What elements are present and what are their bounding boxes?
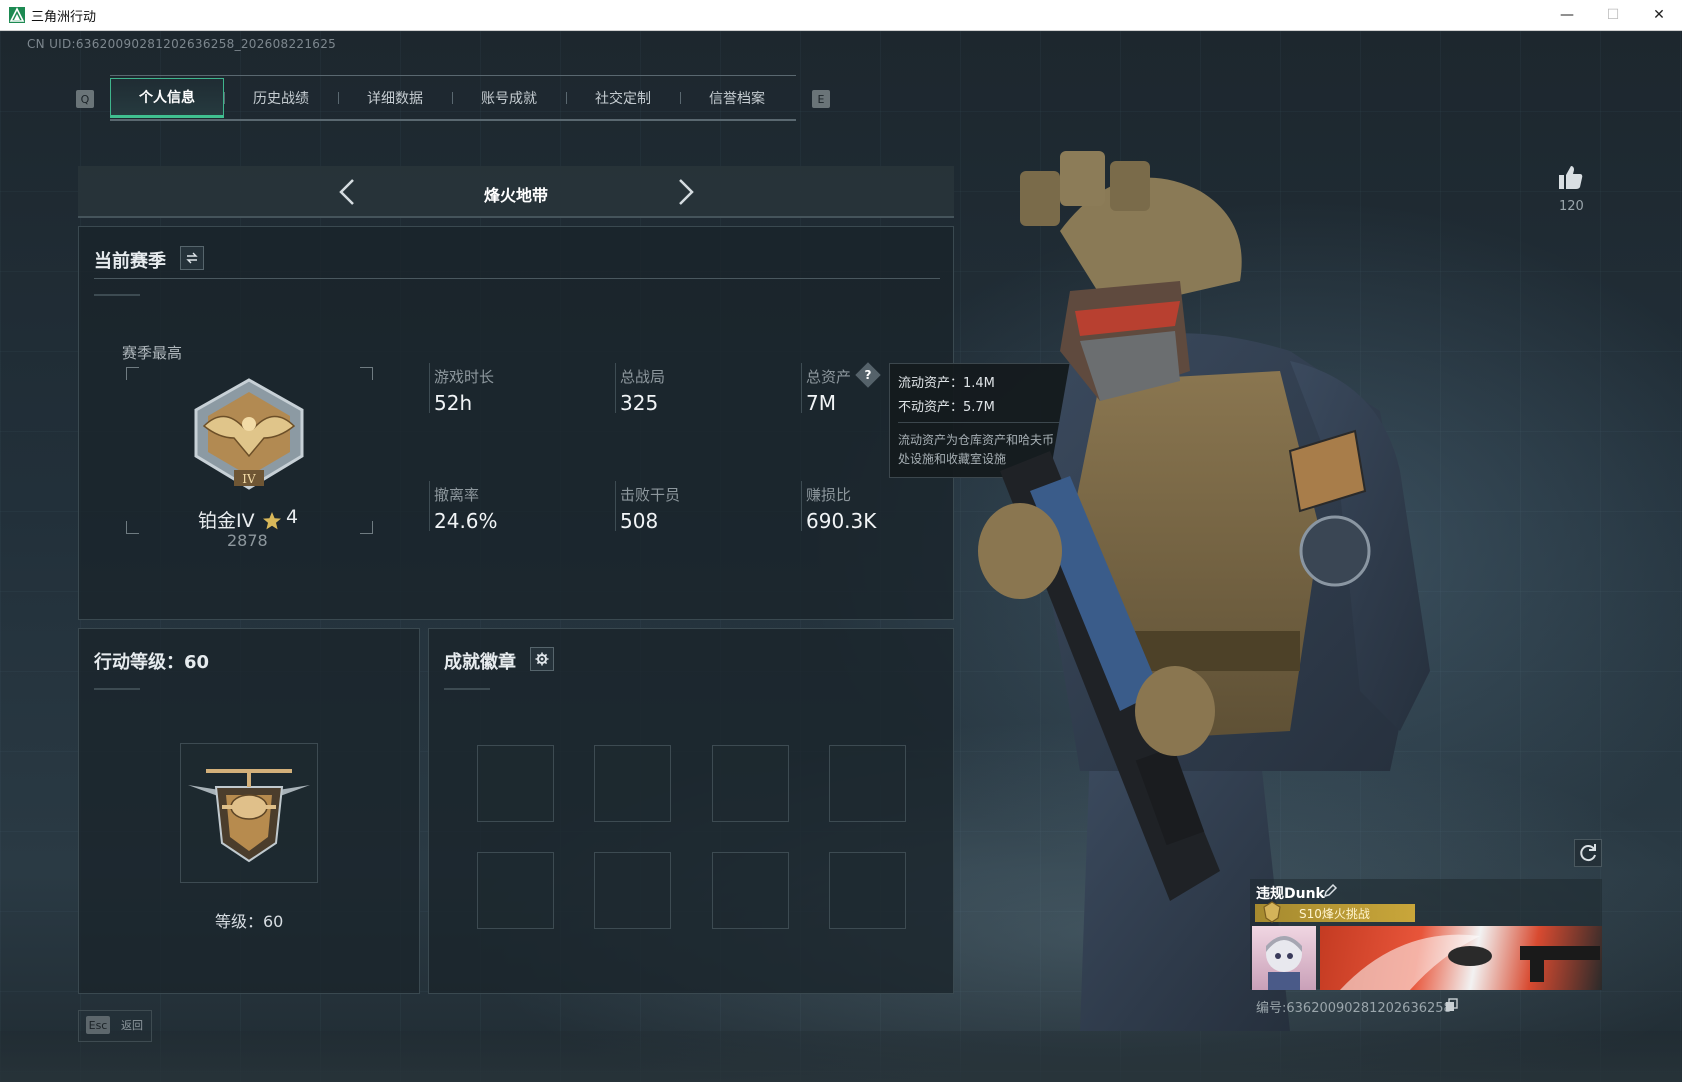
top-tab-bar: 个人信息 历史战绩 详细数据 账号成就 社交定制 信誉档案 <box>110 75 796 121</box>
badges-settings-button[interactable] <box>530 647 554 671</box>
minimize-button[interactable]: — <box>1544 0 1590 30</box>
likes-count: 120 <box>1559 199 1584 214</box>
badge-slot-4[interactable] <box>829 745 906 822</box>
rank-points: 2878 <box>227 531 268 550</box>
season-crest-icon <box>1263 901 1281 923</box>
badge-slot-8[interactable] <box>829 852 906 929</box>
edit-pencil-icon[interactable] <box>1322 883 1338 899</box>
frame-corner <box>360 367 373 380</box>
help-question-mark-icon: ? <box>864 368 872 382</box>
stat-playtime-value: 52h <box>434 391 473 415</box>
season-title-divider <box>94 278 940 279</box>
stat-total-matches-value: 325 <box>620 391 659 415</box>
badge-slot-7[interactable] <box>712 852 789 929</box>
bottom-bar <box>0 1031 1682 1082</box>
rank-star-icon <box>263 512 281 530</box>
stat-profit-ratio-value: 690.3K <box>806 509 877 533</box>
tab-prev-key-hint: Q <box>76 90 94 108</box>
badges-title: 成就徽章 <box>444 652 516 673</box>
tab-next-key-hint: E <box>812 90 830 108</box>
stat-extraction-rate-value: 24.6% <box>434 509 498 533</box>
stat-total-matches-label: 总战局 <box>620 368 666 386</box>
stat-profit-ratio-label: 赚损比 <box>806 486 852 504</box>
action-level-title: 行动等级：60 <box>94 652 210 673</box>
season-switch-button[interactable] <box>180 246 204 270</box>
stat-extraction-rate-label: 撤离率 <box>434 486 480 504</box>
stat-kills-value: 508 <box>620 509 659 533</box>
player-id: 编号:6362009028120263​6258 <box>1256 1001 1452 1016</box>
helicopter-level-emblem-icon <box>188 769 310 863</box>
stat-divider <box>615 481 616 531</box>
mode-next-arrow-icon[interactable] <box>670 176 700 208</box>
stat-divider <box>801 481 802 531</box>
stat-total-assets-label: 总资产 <box>806 368 852 386</box>
level-caption: 等级：60 <box>215 912 284 931</box>
stat-divider <box>615 363 616 413</box>
mode-selector: 烽火地带 <box>78 166 954 218</box>
frame-corner <box>360 521 373 534</box>
gear-icon <box>535 652 549 666</box>
refresh-icon[interactable] <box>1574 839 1602 867</box>
window-title: 三角洲行动 <box>31 9 97 25</box>
season-best-label: 赛季最高 <box>122 344 183 362</box>
stat-playtime-label: 游戏时长 <box>434 368 495 386</box>
platinum-rank-emblem-icon: IV <box>194 378 304 490</box>
esc-key-hint: Esc <box>86 1016 110 1034</box>
avatar-character-icon <box>1266 936 1302 990</box>
svg-text:IV: IV <box>242 472 256 486</box>
thumbs-up-icon[interactable] <box>1556 163 1584 191</box>
rank-name: 铂金IV <box>198 510 255 532</box>
stat-divider <box>429 363 430 413</box>
tab-personal-info[interactable]: 个人信息 <box>110 78 224 118</box>
rank-star-count: 4 <box>286 506 299 528</box>
banner-weapon-art-icon <box>1340 934 1600 990</box>
swap-arrows-icon <box>186 252 198 264</box>
close-button[interactable]: ✕ <box>1636 0 1682 30</box>
mode-title: 烽火地带 <box>483 186 548 205</box>
window-titlebar: 三角洲行动 — ☐ ✕ <box>0 0 1682 31</box>
maximize-button[interactable]: ☐ <box>1590 0 1636 30</box>
badge-slot-5[interactable] <box>477 852 554 929</box>
uid-label: CN UID:6362009028120263​6258_20260822162… <box>27 37 337 51</box>
tab-match-history[interactable]: 历史战绩 <box>224 78 338 118</box>
frame-corner <box>126 367 139 380</box>
badge-slot-3[interactable] <box>712 745 789 822</box>
stat-divider <box>801 363 802 413</box>
stat-total-assets-value: 7M <box>806 391 836 415</box>
badge-slot-2[interactable] <box>594 745 671 822</box>
decor-line <box>94 294 140 296</box>
badge-slot-1[interactable] <box>477 745 554 822</box>
stat-kills-label: 击败干员 <box>620 486 681 504</box>
badge-slot-6[interactable] <box>594 852 671 929</box>
tab-detailed-data[interactable]: 详细数据 <box>338 78 452 118</box>
app-logo-icon <box>9 7 25 23</box>
tab-credit-record[interactable]: 信誉档案 <box>680 78 794 118</box>
back-label: 返回 <box>121 1019 143 1032</box>
tab-social-customization[interactable]: 社交定制 <box>566 78 680 118</box>
current-season-title: 当前赛季 <box>94 251 166 272</box>
player-banner <box>1320 926 1602 990</box>
decor-line <box>94 688 140 690</box>
player-avatar[interactable] <box>1252 926 1316 990</box>
decor-line <box>444 688 490 690</box>
copy-icon[interactable] <box>1445 998 1459 1012</box>
frame-corner <box>126 521 139 534</box>
game-scene: CN UID:6362009028120263​6258_20260822162… <box>0 31 1682 1082</box>
stat-divider <box>429 481 430 531</box>
tab-account-achievements[interactable]: 账号成就 <box>452 78 566 118</box>
